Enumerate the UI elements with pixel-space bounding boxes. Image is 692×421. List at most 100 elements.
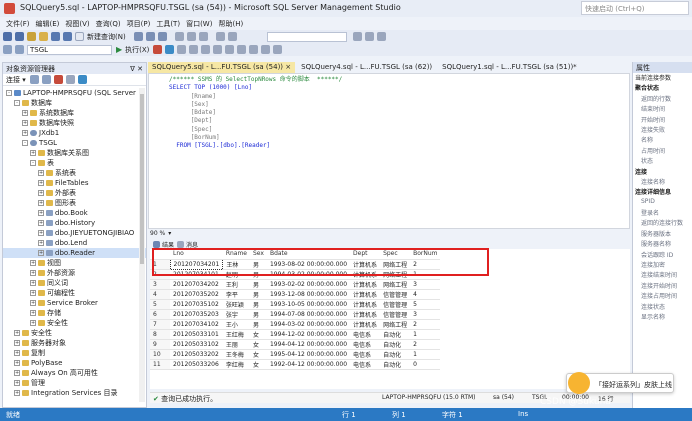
row-number-cell[interactable]: 5 [150,299,170,310]
back-icon[interactable] [3,32,12,41]
tree-scroll-thumb[interactable] [140,94,144,264]
row-number-cell[interactable]: 10 [150,349,170,360]
parse-icon[interactable] [165,45,175,54]
connect-dropdown[interactable]: 连接 ▾ [6,75,26,85]
grid-cell[interactable]: 女 [250,339,267,350]
grid-cell[interactable]: 1994-04-12 00:00:00.000 [266,339,351,350]
grid-cell[interactable]: 王冬梅 [222,349,250,360]
grid-cell[interactable]: 4 [410,289,441,300]
tree-node[interactable]: + PolyBase [3,358,146,368]
grid-cell[interactable]: 自动化 [380,329,411,340]
save-all-icon[interactable] [63,32,72,41]
new-query-icon[interactable] [75,32,84,41]
refresh-icon[interactable] [77,75,87,84]
grid-cell[interactable]: 男 [250,319,267,330]
expand-icon[interactable]: + [14,340,20,346]
expand-icon[interactable]: + [14,350,20,356]
results-to-file-icon[interactable] [225,45,235,54]
disconnect-icon[interactable] [15,45,24,54]
grid-cell[interactable]: 1994-07-08 00:00:00.000 [266,309,351,320]
grid-cell[interactable]: 201205033102 [170,339,223,350]
grid-cell[interactable]: 王利 [222,279,250,290]
expand-icon[interactable]: + [38,210,44,216]
property-category[interactable]: 聚合状态 [633,83,692,93]
grid-cell[interactable]: 2 [410,339,441,350]
grid-cell[interactable]: 电信系 [350,349,381,360]
table-row[interactable]: 10 201205033202 王冬梅女 1995-04-12 00:00:00.00… [150,349,441,360]
menu-view[interactable]: 视图(V) [65,19,89,29]
tree-node[interactable]: + 存储 [3,308,146,318]
expand-icon[interactable]: + [22,110,28,116]
menu-help[interactable]: 帮助(H) [218,19,243,29]
cancel-query-icon[interactable] [153,45,163,54]
property-category[interactable]: 连接 [633,167,692,177]
collapse-icon[interactable]: - [22,140,28,146]
tree-node[interactable]: + Integration Services 目录 [3,388,146,398]
row-number-cell[interactable]: 8 [150,329,170,340]
zoom-control[interactable]: 90 % ▾ [150,229,171,238]
save-icon[interactable] [51,32,60,41]
menu-file[interactable]: 文件(F) [6,19,30,29]
tree-node[interactable]: + dbo.Reader [3,248,146,258]
property-row[interactable]: 状态 [633,156,692,166]
db-engine-query-icon[interactable] [133,32,143,41]
table-row[interactable]: 5 201207035102 张旺颖男 1993-10-05 00:00:00.000… [150,299,441,310]
grid-cell[interactable]: 1993-10-05 00:00:00.000 [266,299,351,310]
expand-icon[interactable]: + [30,280,36,286]
chevron-down-icon[interactable]: ▾ [168,230,171,237]
grid-cell[interactable]: 女 [250,349,267,360]
grid-cell[interactable]: 电信系 [350,359,381,370]
menu-tools[interactable]: 工具(T) [156,19,180,29]
grid-cell[interactable]: 计算机系 [350,289,381,300]
undo-icon[interactable] [215,32,225,41]
property-category[interactable]: 连接详细信息 [633,187,692,197]
tree-node[interactable]: - 数据库 [3,98,146,108]
expand-icon[interactable]: + [30,320,36,326]
grid-cell[interactable]: 计算机系 [350,299,381,310]
expand-icon[interactable]: + [22,130,28,136]
property-row[interactable]: 连接占用时间 [633,291,692,301]
grid-cell[interactable]: 201205033101 [170,329,223,340]
grid-cell[interactable]: 信管管理 [380,309,411,320]
menu-edit[interactable]: 编辑(E) [36,19,60,29]
tree-node[interactable]: + 管理 [3,378,146,388]
tree-node[interactable]: + 安全性 [3,318,146,328]
grid-cell[interactable]: 电信系 [350,329,381,340]
grid-cell[interactable]: 1995-04-12 00:00:00.000 [266,349,351,360]
collapse-icon[interactable]: - [14,100,20,106]
row-number-cell[interactable]: 7 [150,319,170,330]
tree-node[interactable]: - TSGL [3,138,146,148]
expand-icon[interactable]: + [30,260,36,266]
quick-launch-input[interactable]: 快速启动 (Ctrl+Q) [581,1,689,15]
sql-code[interactable]: /****** SSMS 的 SelectTopNRows 命令的脚本 ****… [169,76,342,151]
expand-icon[interactable]: + [30,310,36,316]
expand-icon[interactable]: + [14,390,20,396]
property-row[interactable]: 显示名称 [633,312,692,322]
expand-icon[interactable]: + [38,230,44,236]
grid-cell[interactable]: 网络工程 [380,279,411,290]
grid-cell[interactable]: 1994-12-02 00:00:00.000 [266,329,351,340]
expand-icon[interactable]: + [22,120,28,126]
grid-cell[interactable]: 男 [250,299,267,310]
expand-icon[interactable]: + [30,270,36,276]
grid-cell[interactable]: 计算机系 [350,309,381,320]
tree-node[interactable]: + 同义词 [3,278,146,288]
comment-icon[interactable] [237,45,247,54]
grid-cell[interactable]: 201207035203 [170,309,223,320]
tree-node[interactable]: + dbo.Book [3,208,146,218]
collapse-icon[interactable]: - [30,160,36,166]
tree-node[interactable]: -表 [3,158,146,168]
available-databases-select[interactable]: TSGL [27,44,112,55]
grid-cell[interactable]: 自动化 [380,359,411,370]
tree-node[interactable]: - LAPTOP-HMPRSQFU (SQL Server [3,88,146,98]
tree-node[interactable]: + dbo.JIEYUETONGJIBIAO [3,228,146,238]
collapse-icon[interactable]: - [6,90,12,96]
table-row[interactable]: 4 201207035202 李平男 1993-12-08 00:00:00.000 计… [150,289,441,300]
tree-node[interactable]: + JXdb1 [3,128,146,138]
grid-cell[interactable]: 1993-02-02 00:00:00.000 [266,279,351,290]
grid-cell[interactable]: 网络工程 [380,319,411,330]
grid-cell[interactable]: 王丽 [222,339,250,350]
menu-project[interactable]: 项目(P) [127,19,151,29]
grid-cell[interactable]: 1992-04-12 00:00:00.000 [266,359,351,370]
increase-indent-icon[interactable] [273,45,283,54]
